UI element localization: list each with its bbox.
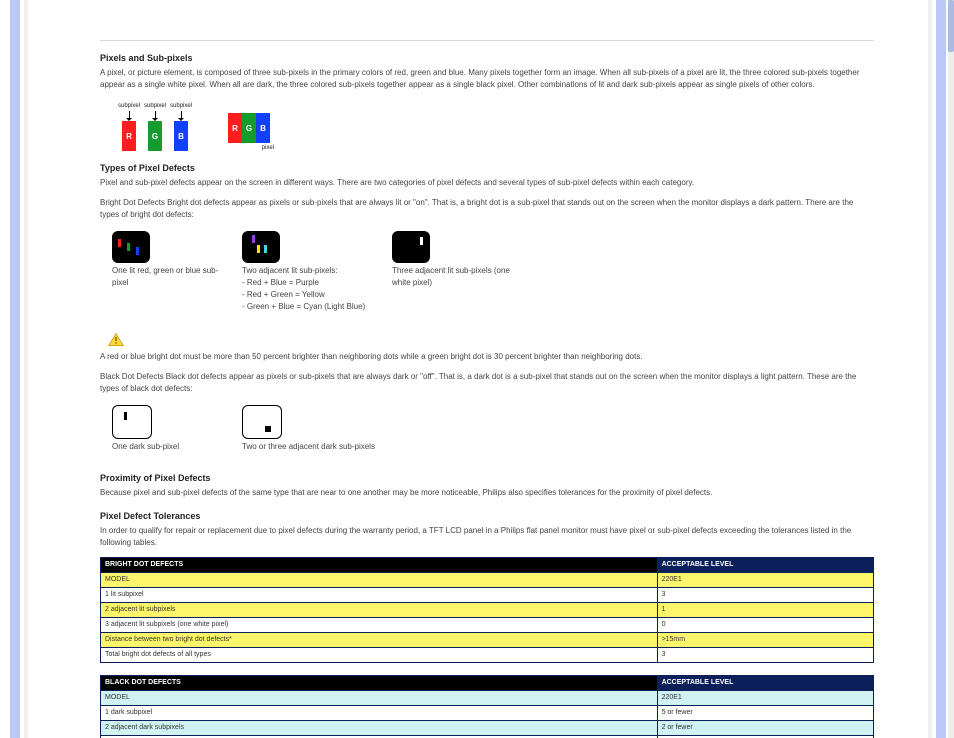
dot-green <box>127 243 130 251</box>
body-text: A pixel, or picture element, is composed… <box>100 67 874 91</box>
body-text: Black Dot Defects Black dot defects appe… <box>100 371 874 395</box>
dot-dark <box>124 412 127 420</box>
subpixel-red: R <box>228 113 242 143</box>
caption: One lit red, green or blue sub-pixel <box>112 265 222 289</box>
subpixel-label: subpixel <box>118 103 140 109</box>
table-row: 3 adjacent lit subpixels (one white pixe… <box>101 618 874 633</box>
dot-blue <box>136 247 139 255</box>
table-row: Distance between two bright dot defects*… <box>101 633 874 648</box>
subpixel-green: G <box>148 121 162 151</box>
body-text: Bright Dot Defects Bright dot defects ap… <box>100 197 874 221</box>
divider <box>100 40 874 41</box>
table-row: Total bright dot defects of all types3 <box>101 648 874 663</box>
pixel-diagram: subpixel R subpixel G subpixel B <box>118 103 874 151</box>
table-header: BLACK DOT DEFECTS <box>101 676 658 691</box>
table-header: ACCEPTABLE LEVEL <box>657 676 873 691</box>
dot-white <box>420 237 423 245</box>
table-row: 2 adjacent dark subpixels2 or fewer <box>101 721 874 736</box>
body-text: Pixel and sub-pixel defects appear on th… <box>100 177 874 189</box>
table-row: 1 lit subpixel3 <box>101 588 874 603</box>
bright-dot-samples: One lit red, green or blue sub-pixel Two… <box>112 231 874 321</box>
table-header: BRIGHT DOT DEFECTS <box>101 558 658 573</box>
section-title-proximity: Proximity of Pixel Defects <box>100 473 874 483</box>
section-title-tolerances: Pixel Defect Tolerances <box>100 511 874 521</box>
arrow-down-icon <box>181 111 182 119</box>
table-row: MODEL220E1 <box>101 691 874 706</box>
subpixel-blue: B <box>256 113 270 143</box>
sample-three-lit: Three adjacent lit sub-pixels (one white… <box>392 231 522 321</box>
subpixel-green: G <box>242 113 256 143</box>
table-row: 2 adjacent lit subpixels1 <box>101 603 874 618</box>
left-inner-shade <box>24 0 28 738</box>
caption: Two or three adjacent dark sub-pixels <box>242 441 392 453</box>
subpixel-blue: B <box>174 121 188 151</box>
caption: One dark sub-pixel <box>112 441 222 453</box>
section-title-pixels: Pixels and Sub-pixels <box>100 53 874 63</box>
caution-icon <box>108 333 124 347</box>
dot-yellow <box>257 245 260 253</box>
scrollbar-track[interactable] <box>948 0 954 738</box>
sample-one-lit: One lit red, green or blue sub-pixel <box>112 231 222 321</box>
left-margin-bar <box>10 0 20 738</box>
sample-multi-dark: Two or three adjacent dark sub-pixels <box>242 405 392 461</box>
sample-two-lit: Two adjacent lit sub-pixels: - Red + Blu… <box>242 231 372 321</box>
dot-cyan <box>264 245 267 253</box>
table-bright-defects: BRIGHT DOT DEFECTS ACCEPTABLE LEVEL MODE… <box>100 557 874 663</box>
right-inner-shade <box>928 0 932 738</box>
page-viewport: Pixels and Sub-pixels A pixel, or pictur… <box>0 0 954 738</box>
joined-pixel: R G B pixel <box>228 113 270 151</box>
table-row: 1 dark subpixel5 or fewer <box>101 706 874 721</box>
right-margin-bar <box>936 0 946 738</box>
table-black-defects: BLACK DOT DEFECTS ACCEPTABLE LEVEL MODEL… <box>100 675 874 738</box>
caption: Two adjacent lit sub-pixels: - Red + Blu… <box>242 265 372 313</box>
sample-one-dark: One dark sub-pixel <box>112 405 222 461</box>
caption: Three adjacent lit sub-pixels (one white… <box>392 265 522 289</box>
subpixel-label: subpixel <box>144 103 166 109</box>
dot-red <box>118 239 121 247</box>
scrollbar-thumb[interactable] <box>948 0 954 52</box>
table-row: MODEL220E1 <box>101 573 874 588</box>
body-text: Because pixel and sub-pixel defects of t… <box>100 487 874 499</box>
table-header: ACCEPTABLE LEVEL <box>657 558 873 573</box>
body-text: In order to qualify for repair or replac… <box>100 525 874 549</box>
section-title-types: Types of Pixel Defects <box>100 163 874 173</box>
dot-purple <box>252 235 255 243</box>
arrow-down-icon <box>129 111 130 119</box>
note-text: A red or blue bright dot must be more th… <box>100 351 874 363</box>
dot-dark <box>265 426 271 432</box>
arrow-down-icon <box>155 111 156 119</box>
pixel-label: pixel <box>262 145 274 151</box>
document-content: Pixels and Sub-pixels A pixel, or pictur… <box>100 0 874 738</box>
separated-subpixels: subpixel R subpixel G subpixel B <box>118 103 192 151</box>
black-dot-samples: One dark sub-pixel Two or three adjacent… <box>112 405 874 461</box>
subpixel-label: subpixel <box>170 103 192 109</box>
subpixel-red: R <box>122 121 136 151</box>
